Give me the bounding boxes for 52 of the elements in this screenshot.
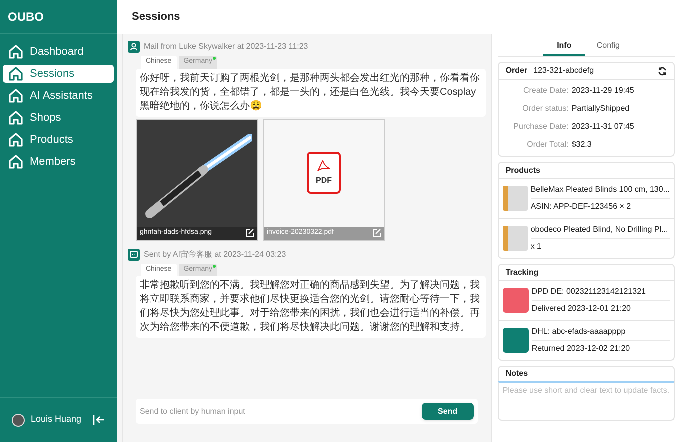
order-label: Order	[506, 65, 528, 77]
message-meta: Mail from Luke Skywalker at 2023-11-23 11:23	[144, 41, 308, 53]
order-id: 123-321-abcdefg	[534, 65, 596, 77]
home-icon	[8, 154, 24, 170]
message-field[interactable]: Send to client by human input Send	[136, 399, 478, 424]
product-detail: ASIN: APP-DEF-123456 × 2	[530, 201, 632, 213]
collapse-icon[interactable]	[93, 415, 105, 425]
home-icon	[8, 44, 24, 60]
product-thumbnail	[502, 186, 528, 211]
nav-item[interactable]: Sessions	[3, 65, 114, 83]
brand-logo: OUBO	[8, 8, 44, 26]
field-value: PartiallyShipped	[572, 103, 630, 115]
refresh-icon[interactable]	[658, 66, 667, 76]
field-label: Purchase Date:	[512, 121, 569, 133]
tracking-status: Delivered 2023-12-01 21:20	[532, 303, 632, 315]
field-value: 2023-11-29 19:45	[572, 85, 634, 97]
notes-field[interactable]: Please use short and clear text to update facts.	[498, 381, 675, 421]
home-icon	[8, 110, 24, 126]
field-label: Create Date:	[522, 85, 569, 97]
field-value: 2023-11-31 07:45	[572, 121, 634, 133]
card-title: Products	[498, 163, 674, 179]
send-button[interactable]: Send	[422, 403, 474, 420]
nav-item[interactable]: Members	[3, 153, 114, 171]
panel-tab[interactable]: Config	[587, 40, 630, 56]
tracking-number: DHL: abc-efads-aaaapppp	[532, 324, 670, 341]
tracking-status: Returned 2023-12-02 21:20	[532, 343, 632, 355]
field-label: Order status:	[522, 103, 569, 115]
product-name: obodeco Pleated Blind, No Drilling Pl...	[530, 222, 670, 239]
home-icon	[8, 66, 24, 82]
card-title: Tracking	[498, 265, 674, 281]
edit-icon[interactable]	[246, 229, 254, 237]
field-value: $32.3	[572, 139, 592, 151]
message-text: 你好呀，我前天订购了两根光剑，是那种两头都会发出红光的那种，你看看你现在给我发的货，全都错了，都是一头的，还是白色光线。我今天要Cosplay黑暗绝地的，你说怎么办😩	[136, 68, 486, 116]
page-title: Sessions	[132, 10, 180, 25]
nav-item[interactable]: Dashboard	[3, 43, 114, 61]
nav-item[interactable]: Shops	[3, 109, 114, 127]
message-meta: Sent by AI宙帝客服 at 2023-11-24 03:23	[144, 248, 286, 260]
home-icon	[8, 88, 24, 104]
field-label: Order Total:	[526, 139, 569, 151]
nav-item[interactable]: Products	[3, 131, 114, 149]
user-name: Louis Huang	[31, 413, 83, 426]
robot-icon	[130, 251, 138, 258]
tracking-number: DPD DE: 002321123142121321	[532, 284, 670, 301]
nav-item[interactable]: AI Assistants	[3, 87, 114, 105]
product-detail: x 1	[530, 241, 542, 253]
product-name: BelleMax Pleated Blinds 100 cm, 130...	[530, 182, 670, 199]
panel-tab[interactable]: Info	[543, 40, 586, 56]
avatar	[12, 414, 25, 426]
message-text: 非常抱歉听到您的不满。我理解您对正确的商品感到失望。为了解决问题，我将立即联系商家，并要求他们尽快更换适合您的光剑。请您耐心等待一下，我们将尽快为您处理此事。对于给您带来的困扰，我们也会进行适当的补偿。再次为给您带来的不便道歉，我们将尽快解决此问题。谢谢您的理解和支持。	[136, 276, 486, 338]
product-thumbnail	[502, 226, 528, 251]
home-icon	[8, 132, 24, 148]
pdf-icon: PDF	[307, 152, 341, 194]
